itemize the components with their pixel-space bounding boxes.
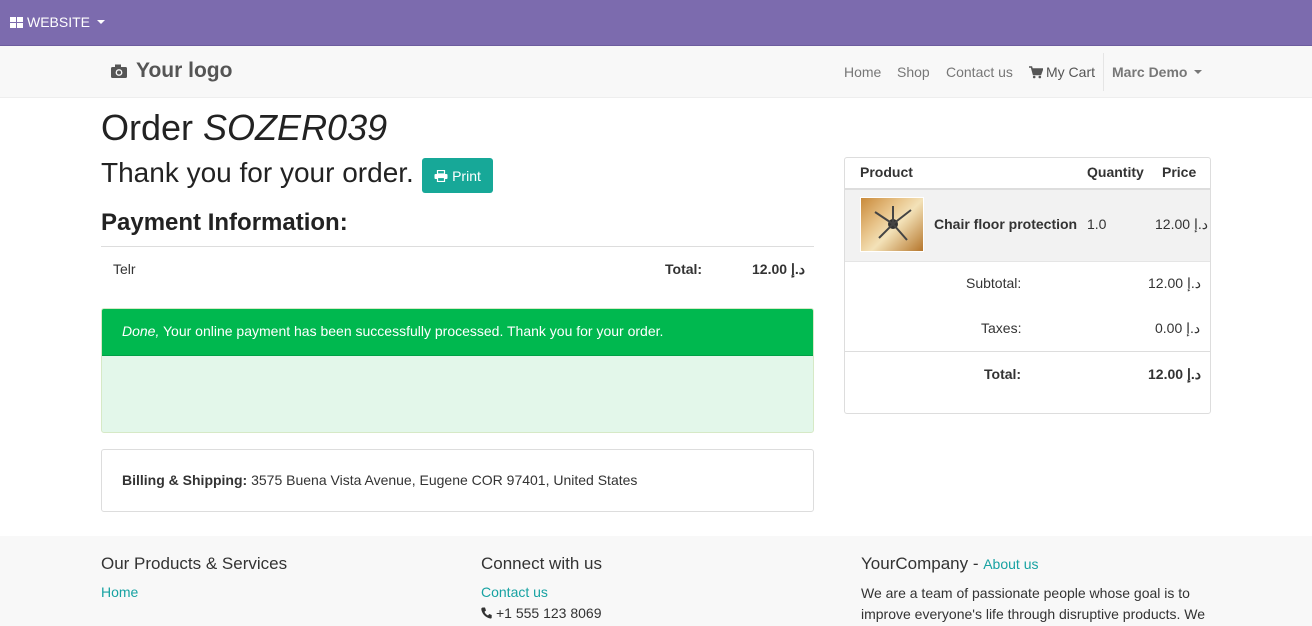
caret-down-icon	[1194, 70, 1203, 74]
summary-total-label: Total:	[984, 366, 1022, 382]
payment-divider	[101, 246, 814, 247]
billing-address: 3575 Buena Vista Avenue, Eugene COR 9740…	[247, 472, 638, 488]
nav-divider	[1103, 53, 1104, 91]
footer-phone-number: +1 555 123 8069	[496, 605, 602, 621]
nav-home-link[interactable]: Home	[844, 64, 881, 80]
order-summary-panel: Product Quantity Price Chair floor prote…	[844, 157, 1211, 414]
apps-grid-icon	[10, 16, 23, 28]
website-menu-button[interactable]: WEBSITE	[10, 14, 106, 30]
payment-status: Done,	[122, 323, 160, 339]
camera-icon	[111, 64, 127, 78]
taxes-value: 0.00 د.إ	[1155, 320, 1201, 336]
footer-phone: +1 555 123 8069	[481, 605, 602, 621]
footer-contact-link[interactable]: Contact us	[481, 584, 548, 600]
payment-total-label: Total:	[665, 261, 703, 277]
order-number: SOZER039	[203, 107, 388, 148]
payment-info-heading: Payment Information:	[101, 209, 348, 236]
footer-about-text: We are a team of passionate people whose…	[861, 585, 1206, 622]
user-name: Marc Demo	[1112, 64, 1188, 80]
footer-connect-title: Connect with us	[481, 554, 602, 573]
billing-shipping-panel: Billing & Shipping: 3575 Buena Vista Ave…	[101, 449, 814, 512]
shopping-cart-icon	[1029, 65, 1043, 78]
site-logo[interactable]: Your logo	[110, 59, 232, 83]
print-button[interactable]: Print	[422, 158, 493, 193]
printer-icon	[434, 169, 448, 182]
nav-cart-link[interactable]: My Cart	[1029, 64, 1095, 80]
col-header-quantity: Quantity	[1087, 164, 1144, 180]
payment-success-panel: Done, Your online payment has been succe…	[101, 308, 814, 433]
payment-success-message: Done, Your online payment has been succe…	[102, 309, 813, 356]
footer-company-title: YourCompany - About us	[861, 554, 1038, 574]
order-title-prefix: Order	[101, 107, 194, 148]
subtotal-label: Subtotal:	[966, 275, 1022, 291]
col-header-product: Product	[860, 164, 913, 180]
payment-method: Telr	[113, 261, 136, 277]
footer-company-name: YourCompany	[861, 554, 969, 573]
payment-success-text: Your online payment has been successfull…	[159, 323, 664, 339]
product-image	[860, 197, 924, 252]
logo-text: Your logo	[136, 59, 233, 82]
chair-image-icon	[874, 206, 912, 241]
taxes-label: Taxes:	[981, 320, 1022, 336]
subtotal-value: 12.00 د.إ	[1148, 275, 1201, 291]
product-price: 12.00 د.إ	[1155, 216, 1208, 232]
footer-about-link[interactable]: About us	[983, 556, 1038, 572]
payment-total-value: 12.00 د.إ	[752, 261, 805, 277]
main-navbar: Your logo Home Shop Contact us My Cart M…	[0, 46, 1312, 98]
nav-contact-link[interactable]: Contact us	[946, 64, 1013, 80]
col-header-price: Price	[1162, 164, 1197, 180]
top-admin-bar: WEBSITE	[0, 0, 1312, 46]
summary-divider	[845, 261, 1210, 262]
nav-shop-link[interactable]: Shop	[897, 64, 930, 80]
product-quantity: 1.0	[1087, 216, 1107, 232]
print-button-label: Print	[452, 167, 481, 184]
billing-label: Billing & Shipping:	[122, 472, 248, 488]
website-menu-label: WEBSITE	[27, 14, 91, 30]
summary-divider	[845, 351, 1210, 352]
order-title: Order SOZER039	[101, 107, 387, 149]
footer-home-link[interactable]: Home	[101, 584, 138, 600]
nav-cart-label: My Cart	[1046, 64, 1095, 80]
product-name: Chair floor protection	[934, 216, 1078, 232]
summary-total-value: 12.00 د.إ	[1148, 366, 1201, 382]
site-footer: Our Products & Services Home Connect wit…	[0, 536, 1312, 626]
phone-icon	[481, 607, 492, 619]
user-menu-button[interactable]: Marc Demo	[1112, 64, 1203, 80]
footer-products-title: Our Products & Services	[101, 554, 288, 573]
footer-company-separator: -	[968, 554, 984, 573]
caret-down-icon	[97, 20, 106, 24]
thank-you-heading: Thank you for your order.	[101, 157, 414, 188]
